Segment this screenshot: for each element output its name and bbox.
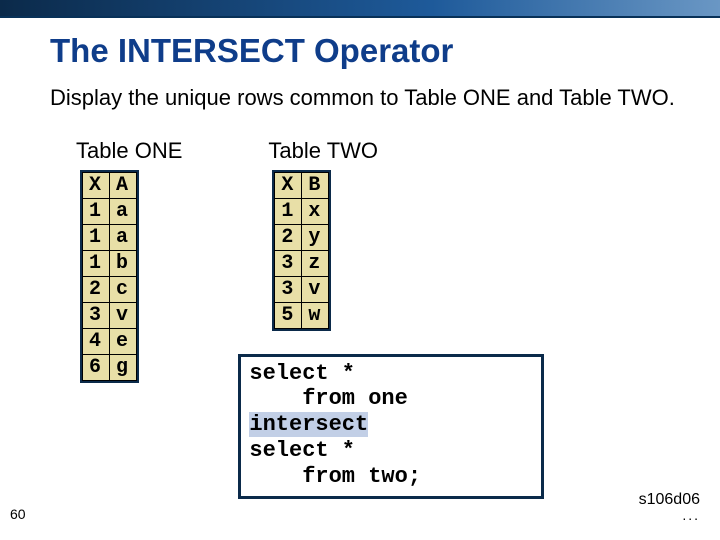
table-cell: 1 — [83, 224, 110, 250]
table-cell: 6 — [83, 354, 110, 380]
table-row: 1a — [83, 198, 137, 224]
table-cell: v — [110, 302, 137, 328]
table-row: X B — [275, 172, 329, 198]
table-cell: 2 — [83, 276, 110, 302]
table-cell: 5 — [275, 302, 302, 328]
table-cell: 3 — [83, 302, 110, 328]
slide-title: The INTERSECT Operator — [50, 32, 680, 70]
slide-description: Display the unique rows common to Table … — [50, 84, 680, 112]
table-row: 1b — [83, 250, 137, 276]
table-row: 1a — [83, 224, 137, 250]
table-cell: 1 — [83, 250, 110, 276]
table-cell: 1 — [275, 198, 302, 224]
tables-row: Table ONE X A 1a 1a 1b 2c 3v 4e 6g — [50, 138, 680, 500]
table-one-caption: Table ONE — [76, 138, 182, 164]
table-two-caption: Table TWO — [268, 138, 544, 164]
table-row: 2c — [83, 276, 137, 302]
table-row: 1x — [275, 198, 329, 224]
table-cell: b — [110, 250, 137, 276]
table-row: 3v — [83, 302, 137, 328]
sql-keyword-highlight: intersect — [249, 412, 368, 437]
table-one: X A 1a 1a 1b 2c 3v 4e 6g — [82, 172, 137, 381]
footer-code: s106d06 ... — [639, 492, 700, 524]
table-cell: a — [110, 198, 137, 224]
table-header: X — [83, 172, 110, 198]
table-row: 5w — [275, 302, 329, 328]
table-cell: z — [302, 250, 329, 276]
table-row: X A — [83, 172, 137, 198]
continuation-dots-icon: ... — [682, 507, 700, 523]
table-cell: y — [302, 224, 329, 250]
table-header: X — [275, 172, 302, 198]
table-cell: w — [302, 302, 329, 328]
table-row: 6g — [83, 354, 137, 380]
table-cell: 4 — [83, 328, 110, 354]
slide-content: The INTERSECT Operator Display the uniqu… — [0, 18, 720, 499]
table-cell: g — [110, 354, 137, 380]
table-cell: x — [302, 198, 329, 224]
table-cell: 3 — [275, 250, 302, 276]
table-row: 2y — [275, 224, 329, 250]
table-cell: 2 — [275, 224, 302, 250]
table-two: X B 1x 2y 3z 3v 5w — [274, 172, 329, 329]
table-two-wrap: X B 1x 2y 3z 3v 5w — [272, 170, 331, 331]
sql-line: from two; — [249, 464, 421, 489]
table-row: 4e — [83, 328, 137, 354]
table-header: B — [302, 172, 329, 198]
table-header: A — [110, 172, 137, 198]
table-row: 3z — [275, 250, 329, 276]
sql-line: select * — [249, 361, 355, 386]
sql-line: from one — [249, 386, 407, 411]
table-cell: a — [110, 224, 137, 250]
sql-code-box: select * from one intersect select * fro… — [238, 354, 544, 500]
page-number: 60 — [10, 506, 26, 522]
table-one-column: Table ONE X A 1a 1a 1b 2c 3v 4e 6g — [50, 138, 182, 500]
table-two-column: Table TWO X B 1x 2y 3z 3v 5w select * fr… — [242, 138, 544, 500]
sql-line: select * — [249, 438, 355, 463]
top-banner — [0, 0, 720, 18]
table-cell: 3 — [275, 276, 302, 302]
table-cell: v — [302, 276, 329, 302]
footer-code-text: s106d06 — [639, 491, 700, 508]
table-one-wrap: X A 1a 1a 1b 2c 3v 4e 6g — [80, 170, 139, 383]
table-cell: e — [110, 328, 137, 354]
table-cell: c — [110, 276, 137, 302]
table-cell: 1 — [83, 198, 110, 224]
table-row: 3v — [275, 276, 329, 302]
